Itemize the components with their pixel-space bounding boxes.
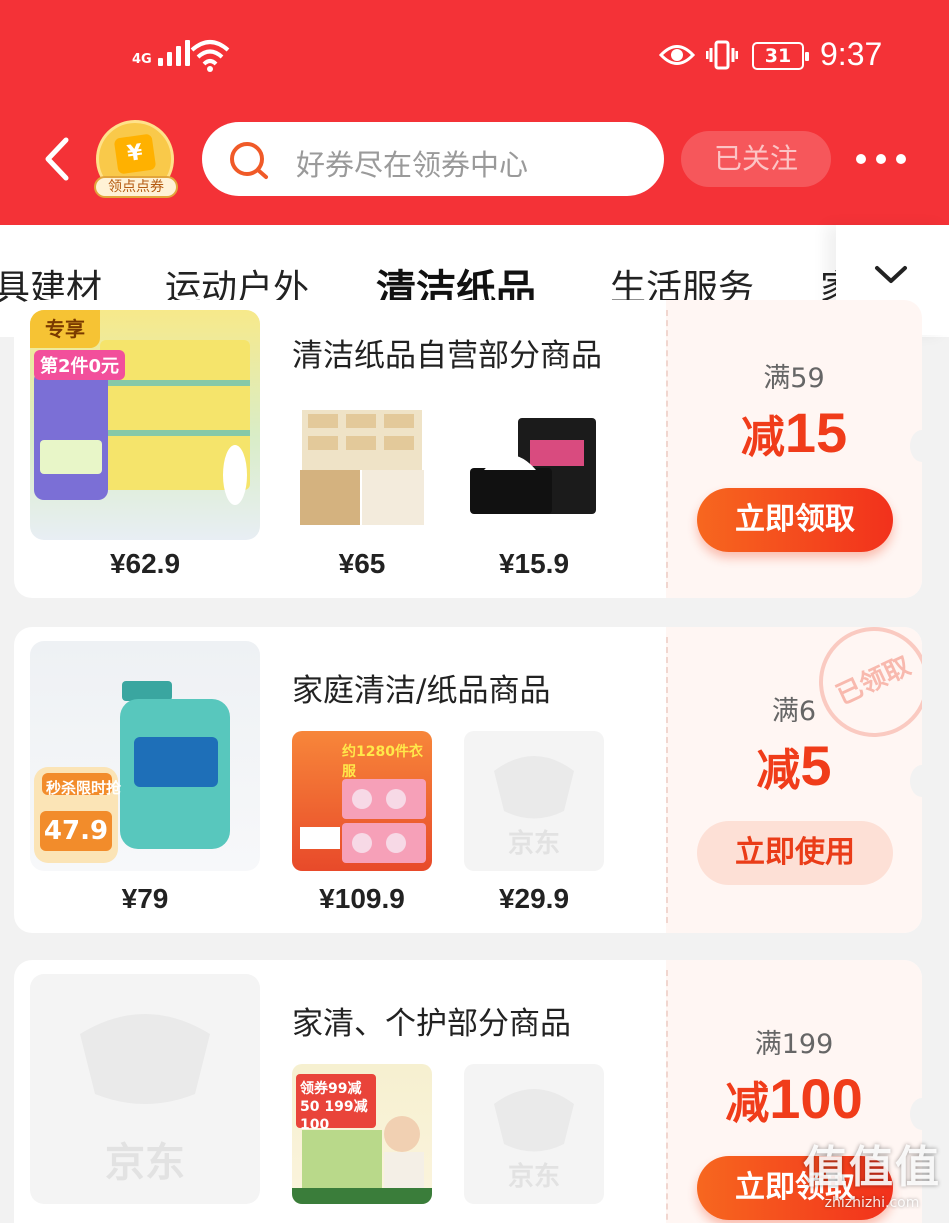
search-placeholder: 好券尽在领券中心 (296, 148, 529, 182)
product-image[interactable] (464, 400, 604, 540)
jd-logo-text: 京东 (507, 829, 560, 859)
product-image[interactable]: 领券99减50 199减100 (292, 1064, 432, 1204)
app-header: 4G 31 9:37 ¥ 领点点券 好券尽在领券中心 已关注 (0, 0, 949, 225)
more-menu-icon[interactable] (856, 154, 906, 164)
clock: 9:37 (820, 36, 883, 72)
product-image[interactable]: 约1280件衣服 (292, 731, 432, 871)
coupon-card[interactable]: 已领取 秒杀限时抢 47.9 ¥79 家庭清洁/纸品商品 约1280件衣服 ¥1… (14, 627, 922, 933)
product-price: ¥15.9 (498, 548, 570, 579)
chevron-down-icon (875, 266, 907, 283)
cellular-signal-icon: 4G (132, 40, 190, 66)
product-price: ¥65 (338, 548, 386, 579)
product-image-placeholder[interactable]: 京东 (464, 1064, 604, 1204)
coupon-threshold: 满59 (763, 363, 825, 394)
network-type: 4G (132, 52, 152, 67)
product-image-main[interactable]: 秒杀限时抢 47.9 (30, 641, 260, 871)
coupon-threshold: 满6 (771, 696, 817, 727)
tissue-box-image (300, 410, 424, 525)
battery-icon: 31 (752, 42, 809, 70)
watermark-url: zhizhizhi.com (824, 1195, 920, 1211)
coupon-card[interactable]: 京东 家清、个护部分商品 领券99减50 199减100 京东 满199 减10… (14, 960, 922, 1223)
coupon-card[interactable]: 专享 第2件0元 ¥62.9 清洁纸品自营部分商品 ¥65 ¥15.9 满59 … (14, 300, 922, 598)
promo-tag: 约1280件衣服 (342, 744, 423, 780)
discount-prefix: 减 (740, 412, 785, 463)
product-image-main[interactable]: 专享 第2件0元 (30, 310, 260, 540)
coupon-discount: 减15 (666, 400, 922, 465)
jd-logo-text: 京东 (105, 1140, 185, 1186)
discount-prefix: 减 (756, 745, 801, 796)
watermark-logo: 值值值 (803, 1142, 941, 1193)
product-image-placeholder[interactable]: 京东 (30, 974, 260, 1204)
second-free-badge: 第2件0元 (34, 350, 126, 380)
vibrate-icon (706, 40, 738, 70)
wifi-icon (190, 40, 230, 72)
product-price: ¥62.9 (109, 548, 181, 579)
flash-sale-price: 47.9 (40, 811, 112, 851)
product-image-placeholder[interactable]: 京东 (464, 731, 604, 871)
follow-button[interactable]: 已关注 (681, 131, 831, 187)
promo-tag: 领券99减50 199减100 (300, 1081, 368, 1133)
coupon-scope-title: 家庭清洁/纸品商品 (292, 673, 551, 709)
flash-sale-badge: 秒杀限时抢 (46, 779, 122, 797)
product-image[interactable] (292, 400, 432, 540)
discount-prefix: 减 (725, 1078, 770, 1129)
battery-level: 31 (764, 45, 792, 67)
back-arrow-icon[interactable] (38, 136, 78, 182)
black-tissue-box-image (470, 418, 596, 514)
coupon-scope-title: 清洁纸品自营部分商品 (292, 338, 602, 374)
coupon-points-badge[interactable]: ¥ 领点点券 (94, 118, 178, 202)
coupon-scope-title: 家清、个护部分商品 (292, 1006, 571, 1042)
yen-coupon-icon: ¥ (113, 133, 157, 175)
discount-amount: 5 (800, 734, 832, 797)
discount-amount: 100 (769, 1067, 863, 1130)
jd-logo-text: 京东 (507, 1162, 560, 1192)
discount-amount: 15 (784, 401, 848, 464)
search-input[interactable]: 好券尽在领券中心 (202, 122, 664, 196)
product-price: ¥79 (121, 883, 169, 914)
coupon-badge-label: 领点点券 (94, 176, 178, 198)
search-icon (230, 142, 268, 179)
product-price: ¥29.9 (498, 883, 570, 914)
use-coupon-button[interactable]: 立即使用 (697, 821, 893, 885)
coupon-threshold: 满199 (754, 1029, 834, 1060)
eye-comfort-icon (659, 45, 695, 65)
exclusive-badge: 专享 (30, 310, 100, 348)
site-watermark: 值值值 zhizhizhi.com (803, 1131, 941, 1211)
status-bar: 4G 31 9:37 (0, 30, 949, 80)
product-price: ¥109.9 (319, 883, 405, 914)
coupon-discount: 减100 (666, 1066, 922, 1131)
coupon-discount: 减5 (666, 733, 922, 798)
claim-coupon-button[interactable]: 立即领取 (697, 488, 893, 552)
